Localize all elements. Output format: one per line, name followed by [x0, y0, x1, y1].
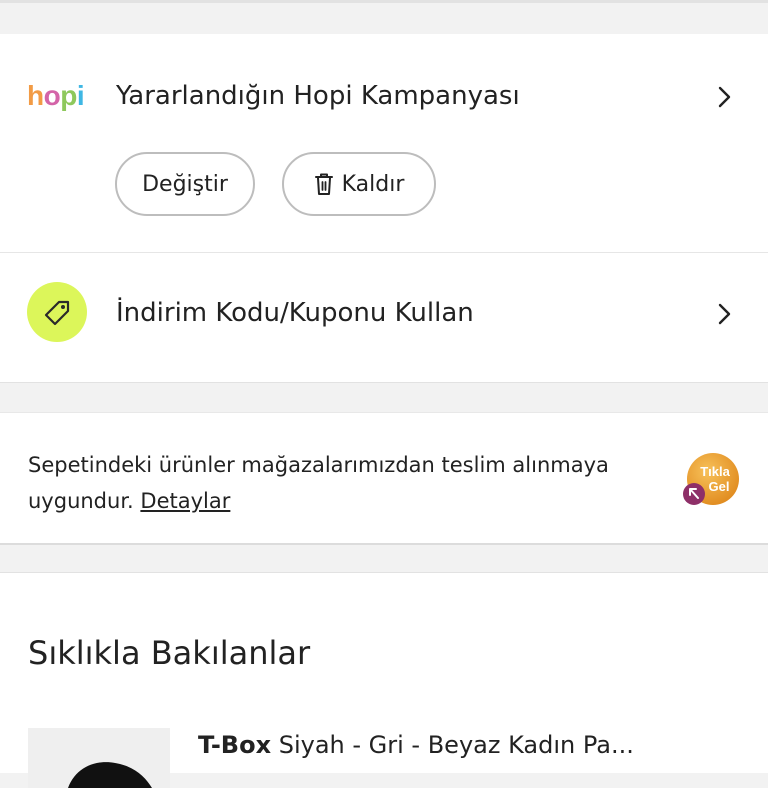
badge-line2: Gel	[709, 479, 730, 494]
hopi-campaign-title[interactable]: Yararlandığın Hopi Kampanyası	[116, 81, 520, 111]
product-brand: T-Box	[198, 731, 272, 759]
product-image-icon	[28, 728, 170, 788]
coupon-title[interactable]: İndirim Kodu/Kuponu Kullan	[116, 298, 474, 328]
tikla-gel-badge-icon[interactable]: Tıkla Gel	[682, 452, 740, 510]
remove-button[interactable]: Kaldır	[282, 152, 436, 216]
badge-line1: Tıkla	[700, 464, 730, 479]
remove-button-label: Kaldır	[341, 171, 405, 197]
change-button[interactable]: Değiştir	[115, 152, 255, 216]
product-thumbnail[interactable]	[28, 728, 170, 788]
details-link[interactable]: Detaylar	[140, 489, 230, 513]
product-name: Siyah - Gri - Beyaz Kadın Pa...	[278, 731, 634, 759]
hopi-logo-h: h	[27, 80, 44, 111]
chevron-right-icon[interactable]	[712, 85, 736, 109]
store-pickup-text: Sepetindeki ürünler mağazalarımızdan tes…	[28, 447, 648, 519]
change-button-label: Değiştir	[142, 171, 228, 197]
hopi-logo-o: o	[43, 80, 61, 111]
store-pickup-message: Sepetindeki ürünler mağazalarımızdan tes…	[28, 453, 609, 513]
tag-icon	[44, 300, 70, 326]
hopi-logo: hopi	[27, 80, 85, 112]
section-title: Sıklıkla Bakılanlar	[28, 634, 311, 672]
chevron-right-icon[interactable]	[712, 302, 736, 326]
product-title[interactable]: T-Box Siyah - Gri - Beyaz Kadın Pa...	[198, 731, 634, 759]
hopi-logo-p: p	[60, 80, 77, 111]
trash-icon	[314, 173, 333, 195]
hopi-campaign-card	[0, 34, 768, 253]
coupon-icon-circle	[27, 282, 87, 342]
top-divider	[0, 0, 768, 3]
hopi-logo-i: i	[76, 80, 85, 111]
